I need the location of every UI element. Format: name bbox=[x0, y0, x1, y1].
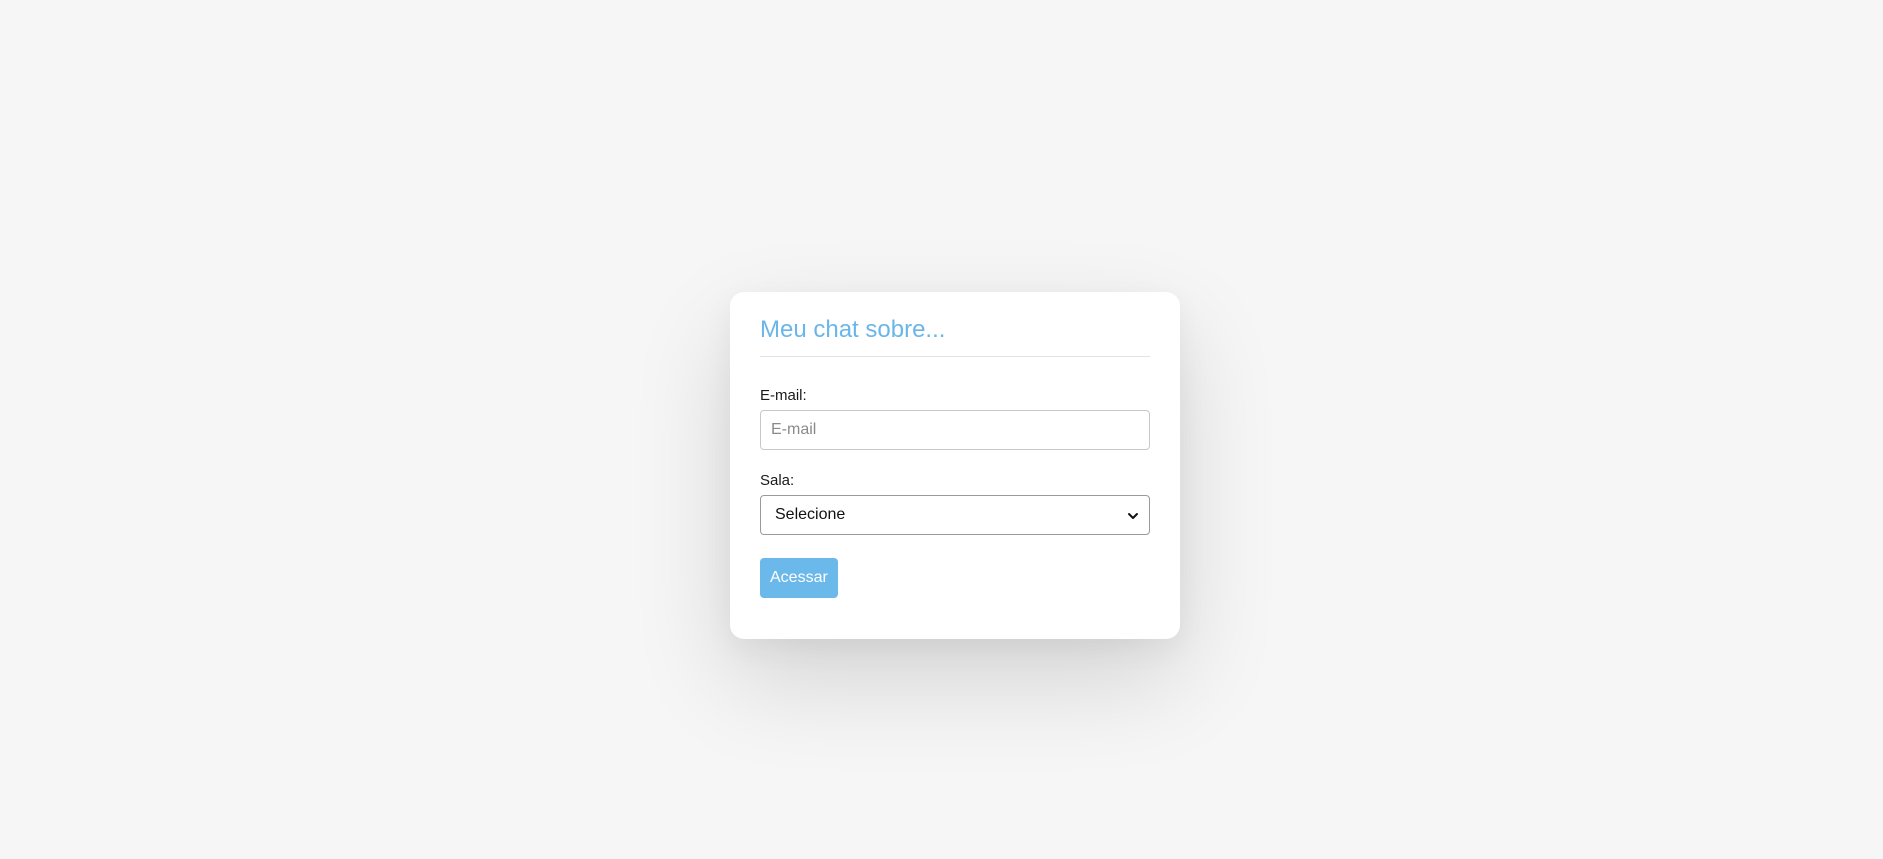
room-label: Sala: bbox=[760, 472, 795, 489]
room-select-value: Selecione bbox=[775, 506, 846, 523]
login-card: Meu chat sobre... E-mail: Sala: Selecion… bbox=[730, 292, 1180, 639]
room-select[interactable]: Selecione bbox=[760, 495, 1150, 535]
page-title: Meu chat sobre... bbox=[760, 318, 1150, 357]
chevron-down-icon bbox=[1128, 513, 1138, 519]
email-label: E-mail: bbox=[760, 387, 807, 404]
submit-button[interactable]: Acessar bbox=[760, 558, 838, 598]
email-input[interactable] bbox=[760, 410, 1150, 450]
